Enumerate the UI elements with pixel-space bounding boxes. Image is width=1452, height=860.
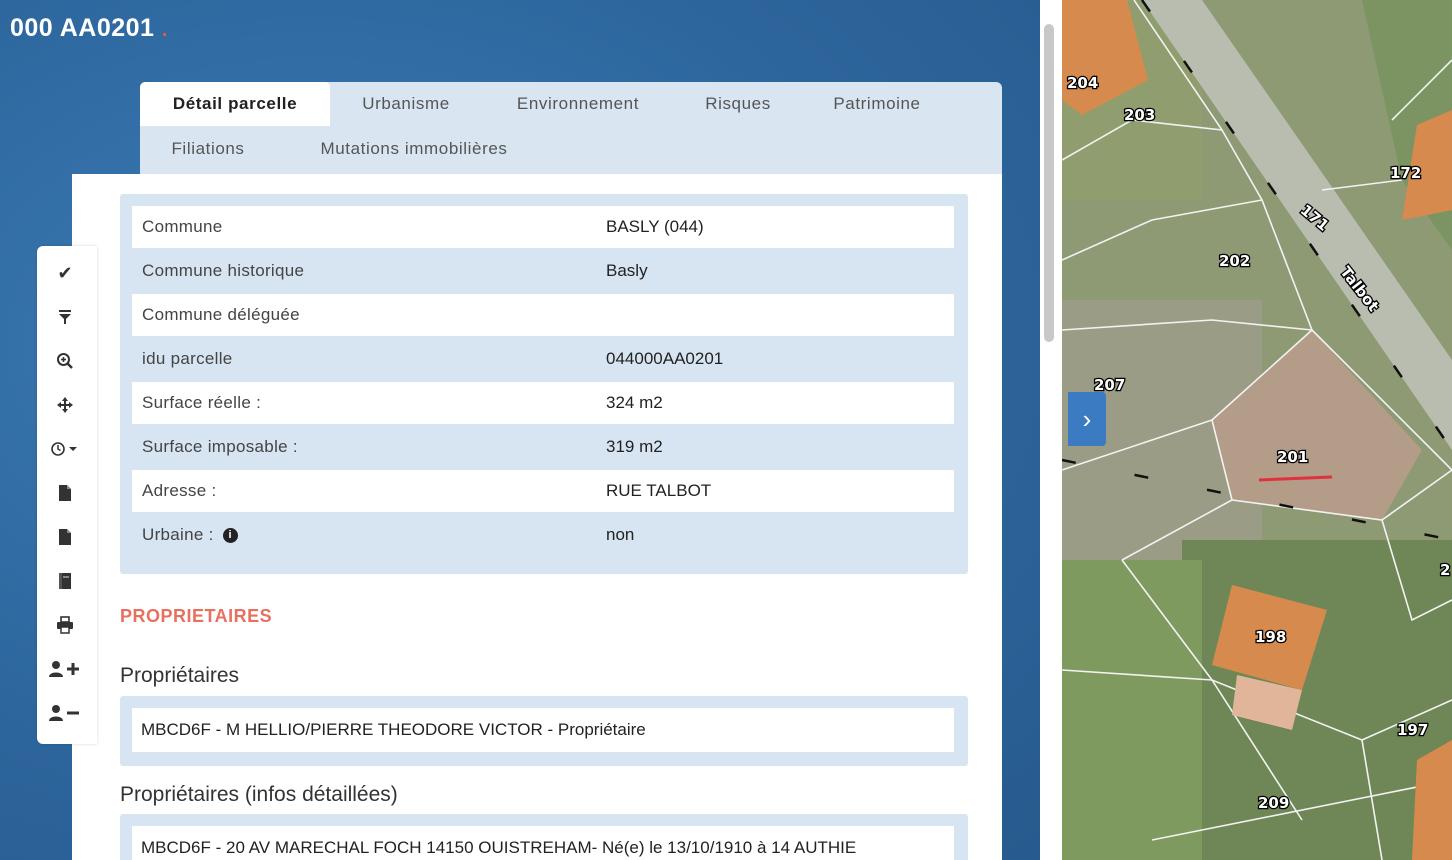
file-alt-icon[interactable] xyxy=(47,522,83,552)
owners-detailed-list: MBCD6F - 20 AV MARECHAL FOCH 14150 OUIST… xyxy=(120,814,968,860)
collapse-panel-button[interactable]: › xyxy=(1068,392,1106,446)
info-icon[interactable]: i xyxy=(222,528,238,544)
detail-row-adresse: Adresse : RUE TALBOT xyxy=(132,470,954,512)
map-view[interactable]: 204 203 172 171 202 Talbot 207 201 198 1… xyxy=(1062,0,1452,860)
tab-risques[interactable]: Risques xyxy=(688,82,788,126)
panel-scrollbar[interactable] xyxy=(1040,0,1062,860)
detail-value: BASLY (044) xyxy=(606,217,704,236)
map-toolbar: ✔ xyxy=(37,246,97,744)
detail-value: Basly xyxy=(606,261,648,280)
detail-value: 044000AA0201 xyxy=(606,349,724,368)
detail-row-commune-deleguee: Commune déléguée xyxy=(132,294,954,336)
user-remove-icon[interactable] xyxy=(47,698,83,728)
detail-value: 319 m2 xyxy=(606,437,663,456)
parcel-label-selected[interactable]: 201 xyxy=(1276,447,1310,468)
parcel-label[interactable]: 172 xyxy=(1389,163,1423,184)
filter-icon[interactable] xyxy=(47,302,83,332)
parcel-label[interactable]: 203 xyxy=(1123,105,1157,126)
detail-label: idu parcelle xyxy=(142,349,233,368)
detail-row-commune: Commune BASLY (044) xyxy=(132,206,954,248)
detail-label: Adresse : xyxy=(142,481,217,500)
parcel-label[interactable]: 209 xyxy=(1257,793,1291,814)
detail-row-urbaine: Urbaine : i non xyxy=(132,514,954,556)
detail-value: non xyxy=(606,525,635,544)
aerial-map[interactable]: 204 203 172 171 202 Talbot 207 201 198 1… xyxy=(1062,0,1452,860)
detail-row-surface-imposable: Surface imposable : 319 m2 xyxy=(132,426,954,468)
parcel-label[interactable]: 202 xyxy=(1218,251,1252,272)
parcel-label[interactable]: 198 xyxy=(1254,627,1288,648)
parcel-label[interactable]: 2 xyxy=(1439,560,1452,581)
zoom-in-icon[interactable] xyxy=(47,346,83,376)
owners-section-heading: PROPRIETAIRES xyxy=(120,606,273,626)
detail-value: RUE TALBOT xyxy=(606,481,712,500)
parcel-info-panel: 000 AA0201 . Détail parcelle Urbanisme E… xyxy=(0,0,1040,860)
tab-urbanisme[interactable]: Urbanisme xyxy=(338,82,474,126)
check-icon[interactable]: ✔ xyxy=(47,258,83,288)
user-add-icon[interactable] xyxy=(47,654,83,684)
owner-line: MBCD6F - M HELLIO/PIERRE THEODORE VICTOR… xyxy=(132,708,954,752)
parcel-label[interactable]: 204 xyxy=(1066,73,1100,94)
tab-mutations-immobilieres[interactable]: Mutations immobilières xyxy=(298,127,530,171)
owner-detailed-line: MBCD6F - 20 AV MARECHAL FOCH 14150 OUIST… xyxy=(132,826,954,860)
book-icon[interactable] xyxy=(47,566,83,596)
detail-label: Urbaine : i xyxy=(142,525,238,545)
tab-environnement[interactable]: Environnement xyxy=(492,82,664,126)
detail-row-commune-historique: Commune historique Basly xyxy=(132,250,954,292)
detail-label: Surface imposable : xyxy=(142,437,298,456)
chevron-right-icon: › xyxy=(1082,404,1092,434)
scrollbar-thumb[interactable] xyxy=(1044,24,1054,342)
tab-patrimoine[interactable]: Patrimoine xyxy=(814,82,940,126)
parcel-details-table: Commune BASLY (044) Commune historique B… xyxy=(120,194,968,574)
tab-content: Commune BASLY (044) Commune historique B… xyxy=(72,174,1002,860)
owners-subheading: Propriétaires xyxy=(120,664,240,687)
urbaine-label: Urbaine : xyxy=(142,525,214,544)
detail-row-surface-reelle: Surface réelle : 324 m2 xyxy=(132,382,954,424)
owners-list: MBCD6F - M HELLIO/PIERRE THEODORE VICTOR… xyxy=(120,696,968,766)
move-icon[interactable] xyxy=(47,390,83,420)
detail-label: Commune déléguée xyxy=(142,305,300,324)
file-icon[interactable] xyxy=(47,478,83,508)
owners-detailed-subheading: Propriétaires (infos détaillées) xyxy=(120,783,398,806)
detail-label: Surface réelle : xyxy=(142,393,262,412)
print-icon[interactable] xyxy=(47,610,83,640)
parcel-label[interactable]: 197 xyxy=(1396,720,1430,741)
detail-row-idu-parcelle: idu parcelle 044000AA0201 xyxy=(132,338,954,380)
detail-value: 324 m2 xyxy=(606,393,663,412)
tab-filiations[interactable]: Filiations xyxy=(152,127,264,171)
tab-detail-parcelle[interactable]: Détail parcelle xyxy=(140,82,330,126)
clock-dropdown-icon[interactable] xyxy=(47,434,83,464)
detail-label: Commune xyxy=(142,217,223,236)
parcel-title: 000 AA0201 . xyxy=(10,14,168,42)
detail-label: Commune historique xyxy=(142,261,305,280)
tab-bar: Détail parcelle Urbanisme Environnement … xyxy=(140,82,1002,174)
